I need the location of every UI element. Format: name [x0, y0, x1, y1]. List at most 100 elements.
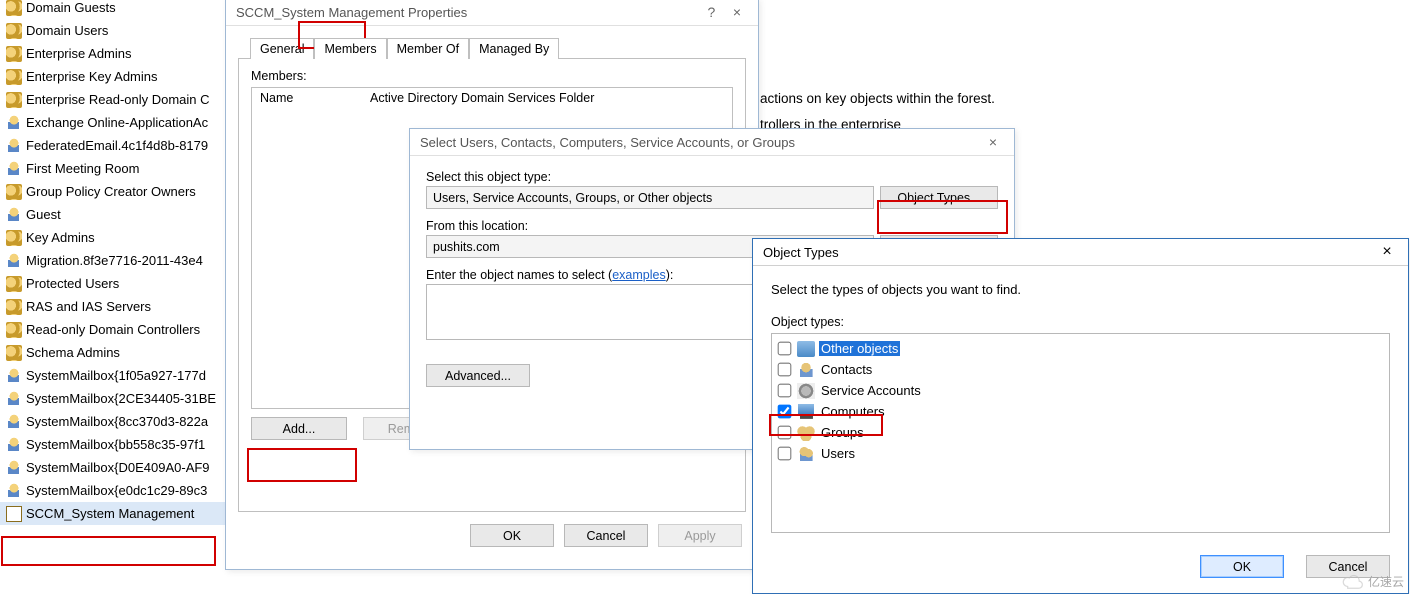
group-icon: [6, 276, 22, 292]
object-type-row[interactable]: Groups: [778, 422, 1383, 443]
tree-item[interactable]: Domain Users: [0, 19, 260, 42]
close-icon[interactable]: ×: [726, 4, 748, 20]
ok-button[interactable]: OK: [1200, 555, 1284, 578]
tree-item[interactable]: SystemMailbox{e0dc1c29-89c3: [0, 479, 260, 502]
watermark-text: 亿速云: [1368, 573, 1404, 590]
object-types-list-label: Object types:: [771, 315, 1390, 329]
apply-button: Apply: [658, 524, 742, 547]
tree-item-label: RAS and IAS Servers: [26, 299, 151, 314]
tree-item[interactable]: Enterprise Key Admins: [0, 65, 260, 88]
tree-item-label: Group Policy Creator Owners: [26, 184, 196, 199]
tree-item[interactable]: Exchange Online-ApplicationAc: [0, 111, 260, 134]
tree-item[interactable]: SystemMailbox{bb558c35-97f1: [0, 433, 260, 456]
group-icon: [6, 322, 22, 338]
examples-link[interactable]: examples: [612, 268, 666, 282]
advanced-button[interactable]: Advanced...: [426, 364, 530, 387]
tree-item[interactable]: FederatedEmail.4c1f4d8b-8179: [0, 134, 260, 157]
tab-managedby[interactable]: Managed By: [469, 38, 559, 59]
tree-item[interactable]: SystemMailbox{2CE34405-31BE: [0, 387, 260, 410]
tab-general[interactable]: General: [250, 38, 314, 59]
object-type-checkbox[interactable]: [778, 342, 792, 356]
ok-button[interactable]: OK: [470, 524, 554, 547]
group-icon: [6, 92, 22, 108]
cancel-button[interactable]: Cancel: [564, 524, 648, 547]
object-type-checkbox[interactable]: [778, 447, 792, 461]
tree-item[interactable]: SystemMailbox{D0E409A0-AF9: [0, 456, 260, 479]
tree-item-label: Enterprise Read-only Domain C: [26, 92, 210, 107]
tree-item[interactable]: Enterprise Read-only Domain C: [0, 88, 260, 111]
tree-item[interactable]: SCCM_System Management: [0, 502, 260, 525]
tree-item[interactable]: Domain Guests: [0, 0, 260, 19]
location-label: From this location:: [426, 219, 874, 233]
object-types-list[interactable]: Other objectsContacts Service Accounts Com…: [771, 333, 1390, 533]
properties-footer: OK Cancel Apply: [226, 524, 758, 547]
object-type-checkbox[interactable]: [778, 405, 792, 419]
object-type-label: Service Accounts: [819, 383, 923, 398]
tree-item[interactable]: SystemMailbox{8cc370d3-822a: [0, 410, 260, 433]
groups-icon: [797, 425, 815, 441]
object-type-row[interactable]: Service Accounts: [778, 380, 1383, 401]
col-name[interactable]: Name: [260, 91, 370, 105]
user-icon: [6, 253, 22, 269]
comp-icon: [797, 404, 815, 420]
tree-item[interactable]: Migration.8f3e7716-2011-43e4: [0, 249, 260, 272]
tree-item-label: FederatedEmail.4c1f4d8b-8179: [26, 138, 208, 153]
tree-item-label: Enterprise Key Admins: [26, 69, 158, 84]
object-types-title: Object Types: [763, 245, 1376, 260]
members-columns: Name Active Directory Domain Services Fo…: [252, 88, 732, 108]
object-type-row[interactable]: Computers: [778, 401, 1383, 422]
user-icon: [6, 414, 22, 430]
group-icon: [6, 184, 22, 200]
group-icon: [6, 345, 22, 361]
tree-item-label: SystemMailbox{e0dc1c29-89c3: [26, 483, 207, 498]
watermark: 亿速云: [1342, 573, 1404, 590]
user-icon: [6, 391, 22, 407]
tree-item-label: SystemMailbox{8cc370d3-822a: [26, 414, 208, 429]
properties-titlebar[interactable]: SCCM_System Management Properties ? ×: [226, 0, 758, 26]
tree-item-label: Guest: [26, 207, 61, 222]
tree-item-label: Protected Users: [26, 276, 119, 291]
close-icon[interactable]: ×: [982, 134, 1004, 150]
ou-icon: [6, 506, 22, 522]
col-folder[interactable]: Active Directory Domain Services Folder: [370, 91, 594, 105]
tree-item[interactable]: Guest: [0, 203, 260, 226]
ad-object-list[interactable]: Domain Guests Domain Users Enterprise Admi…: [0, 0, 260, 525]
object-type-row[interactable]: Other objects: [778, 338, 1383, 359]
user-icon: [6, 207, 22, 223]
tree-item[interactable]: Group Policy Creator Owners: [0, 180, 260, 203]
object-type-label: Groups: [819, 425, 866, 440]
group-icon: [6, 69, 22, 85]
tree-item[interactable]: Read-only Domain Controllers: [0, 318, 260, 341]
close-icon[interactable]: ×: [1376, 243, 1398, 261]
tree-item[interactable]: Protected Users: [0, 272, 260, 295]
object-type-row[interactable]: Users: [778, 443, 1383, 464]
group-icon: [6, 0, 22, 16]
object-types-titlebar[interactable]: Object Types ×: [753, 239, 1408, 266]
object-type-checkbox[interactable]: [778, 426, 792, 440]
tree-item-label: SystemMailbox{bb558c35-97f1: [26, 437, 205, 452]
object-types-button[interactable]: Object Types...: [880, 186, 998, 209]
tree-item[interactable]: Key Admins: [0, 226, 260, 249]
tree-item-label: First Meeting Room: [26, 161, 139, 176]
tree-item[interactable]: Schema Admins: [0, 341, 260, 364]
user-icon: [6, 138, 22, 154]
tree-item-label: Read-only Domain Controllers: [26, 322, 200, 337]
object-type-checkbox[interactable]: [778, 384, 792, 398]
tree-item-label: SystemMailbox{2CE34405-31BE: [26, 391, 216, 406]
tab-members[interactable]: Members: [314, 38, 386, 59]
tree-item[interactable]: RAS and IAS Servers: [0, 295, 260, 318]
tree-item[interactable]: First Meeting Room: [0, 157, 260, 180]
highlight-selected-ou: [1, 536, 216, 566]
help-icon[interactable]: ?: [700, 4, 722, 20]
tree-item-label: Domain Users: [26, 23, 108, 38]
tree-item-label: Domain Guests: [26, 0, 116, 15]
properties-tabstrip: General Members Member Of Managed By: [226, 30, 758, 58]
object-type-checkbox[interactable]: [778, 363, 792, 377]
select-objects-titlebar[interactable]: Select Users, Contacts, Computers, Servi…: [410, 129, 1014, 156]
tree-item[interactable]: SystemMailbox{1f05a927-177d: [0, 364, 260, 387]
tree-item-label: SystemMailbox{1f05a927-177d: [26, 368, 206, 383]
object-type-row[interactable]: Contacts: [778, 359, 1383, 380]
add-button[interactable]: Add...: [251, 417, 347, 440]
tree-item[interactable]: Enterprise Admins: [0, 42, 260, 65]
tab-memberof[interactable]: Member Of: [387, 38, 470, 59]
